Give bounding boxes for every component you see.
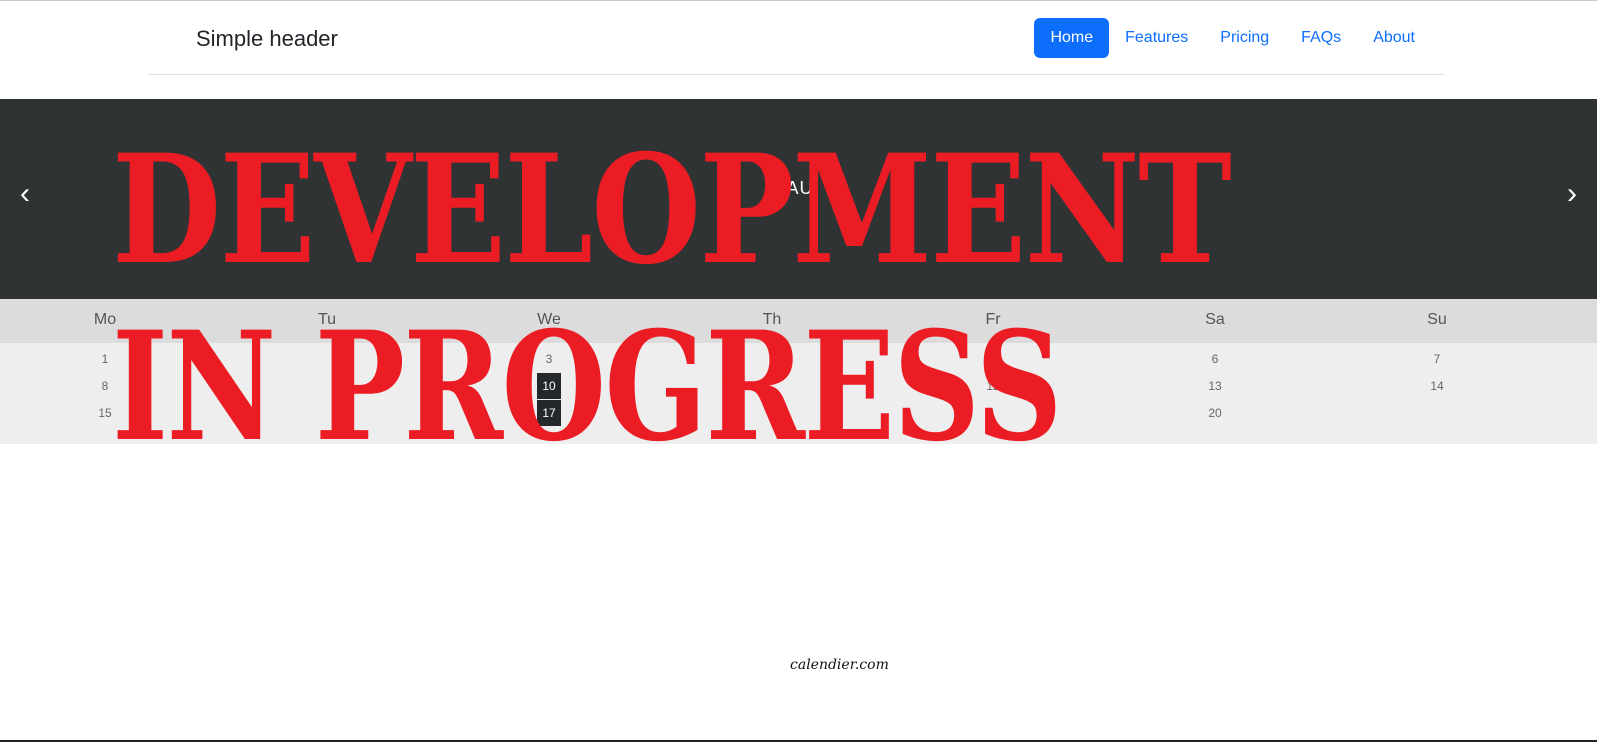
site-header: Simple header Home Features Pricing FAQs… [148, 0, 1445, 75]
nav-features[interactable]: Features [1109, 18, 1204, 58]
brand-title[interactable]: Simple header [196, 26, 338, 52]
nav-faqs[interactable]: FAQs [1285, 18, 1357, 58]
day-cell[interactable]: 6 [1200, 346, 1230, 372]
watermark-line-2: IN PROGRESS [112, 299, 1062, 475]
day-cell[interactable]: 7 [1422, 346, 1452, 372]
day-cell[interactable]: 14 [1422, 373, 1452, 399]
watermark-line-1: DEVELOPMENT [112, 122, 1232, 298]
main-nav: Home Features Pricing FAQs About [1034, 18, 1431, 58]
day-cell[interactable]: 20 [1200, 400, 1230, 426]
chevron-left-icon[interactable]: ‹ [20, 179, 30, 209]
day-cell[interactable]: 13 [1200, 373, 1230, 399]
chevron-right-icon[interactable]: › [1567, 179, 1577, 209]
nav-pricing[interactable]: Pricing [1204, 18, 1285, 58]
footer-site-name: calendier.com [790, 657, 889, 673]
weekday-su: Su [1427, 311, 1447, 328]
nav-home[interactable]: Home [1034, 18, 1110, 58]
weekday-sa: Sa [1205, 311, 1225, 328]
nav-about[interactable]: About [1357, 18, 1431, 58]
